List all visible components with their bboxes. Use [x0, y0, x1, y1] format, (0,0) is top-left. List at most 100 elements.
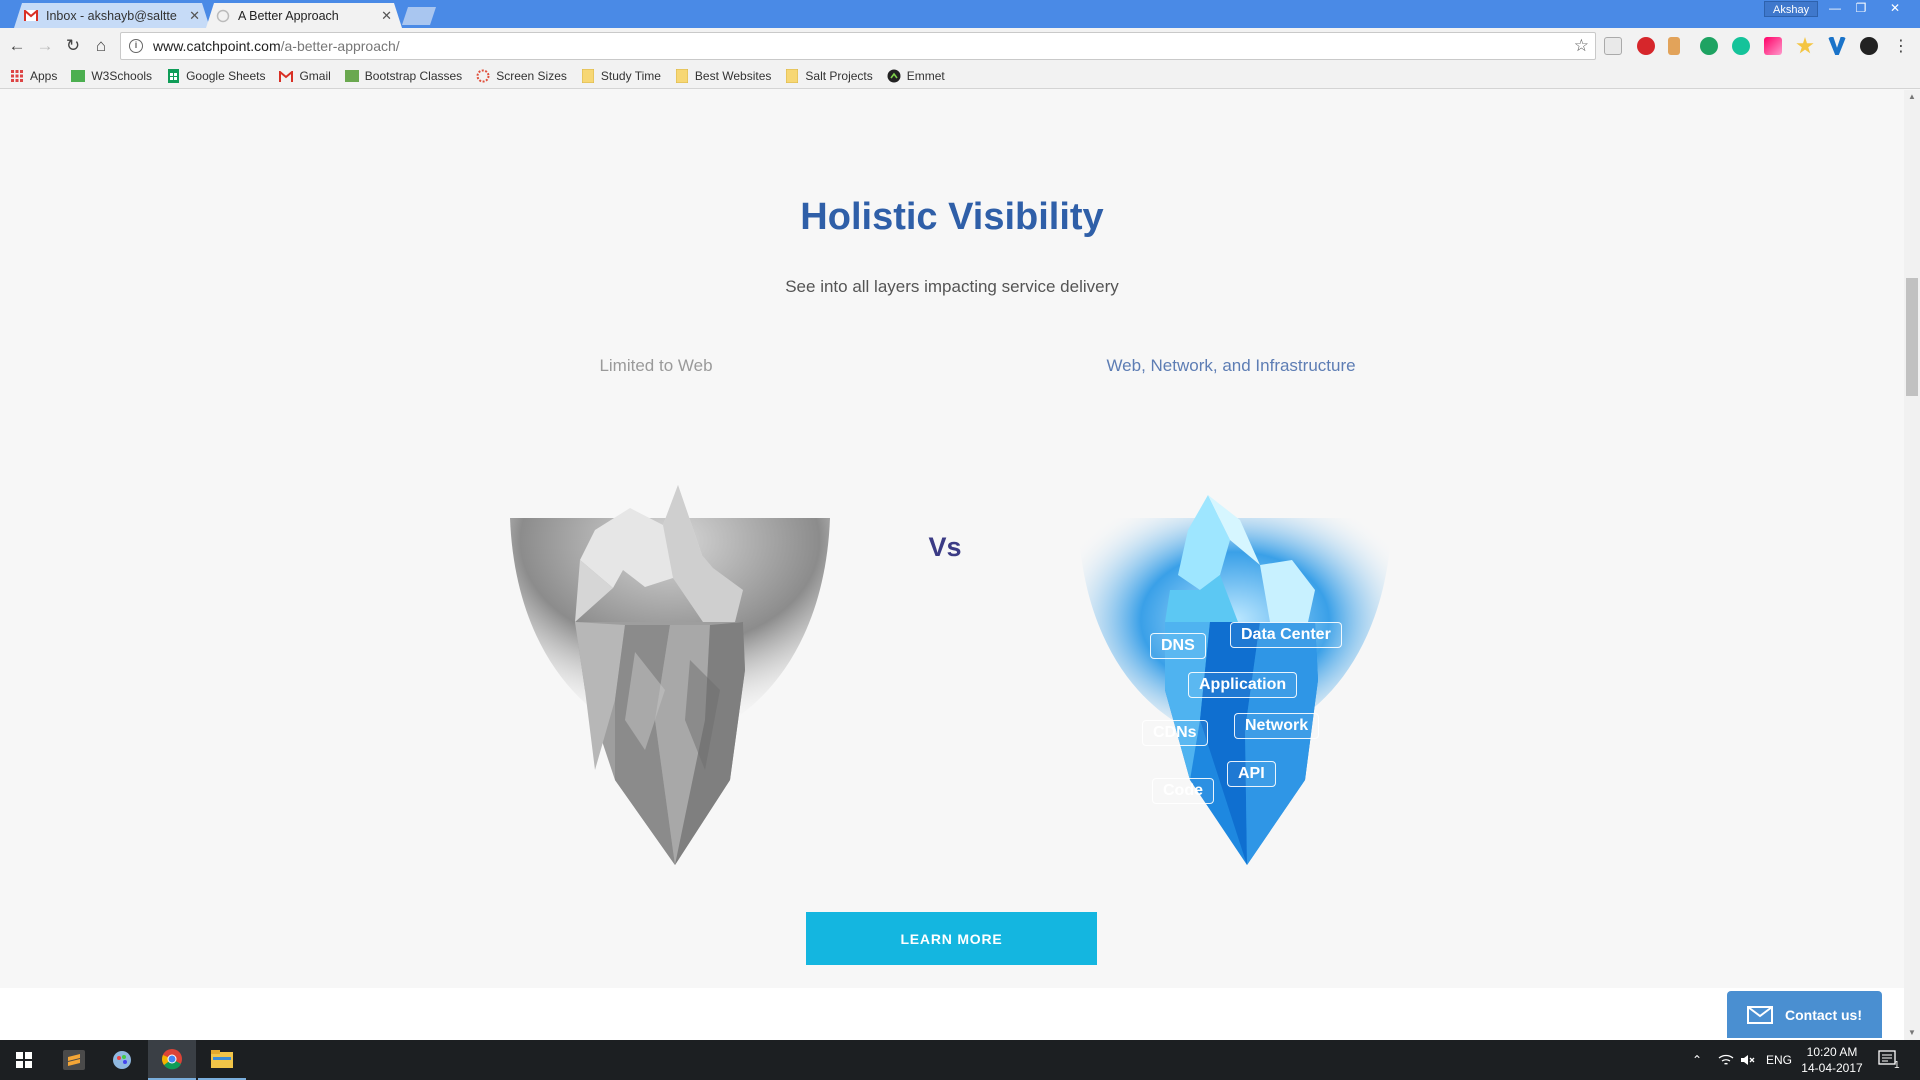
page-content: Holistic Visibility See into all layers … — [0, 90, 1904, 1040]
bookmarks-bar: Apps W3Schools Google Sheets Gmail Boots… — [0, 64, 1920, 89]
clock-time: 10:20 AM — [1806, 1045, 1858, 1059]
page-loading-icon — [216, 9, 230, 23]
profile-button[interactable]: Akshay — [1764, 1, 1819, 17]
close-tab-icon[interactable]: ✕ — [381, 8, 392, 24]
clock-date: 14-04-2017 — [1801, 1061, 1863, 1075]
bookmark-label: Screen Sizes — [496, 69, 567, 83]
tab-inbox[interactable]: Inbox - akshayb@saltte ✕ — [14, 3, 210, 28]
iceberg-tag-dns: DNS — [1150, 633, 1206, 659]
iceberg-tag-code: Code — [1152, 778, 1214, 804]
blue-iceberg-illustration: DNS Data Center Application CDNs Network… — [1070, 390, 1400, 890]
scrollbar-thumb[interactable] — [1906, 278, 1918, 396]
minimize-icon[interactable]: — — [1822, 0, 1848, 18]
extension-hammer-icon[interactable] — [1668, 37, 1680, 55]
back-icon[interactable]: ← — [6, 35, 28, 57]
contact-us-label: Contact us! — [1785, 1006, 1862, 1023]
extension-recycle-icon[interactable] — [1604, 37, 1622, 55]
bookmark-bootstrap-classes[interactable]: Bootstrap Classes — [344, 69, 463, 83]
iceberg-tag-network: Network — [1234, 713, 1320, 739]
volume-muted-icon[interactable] — [1740, 1040, 1756, 1080]
evernote-icon[interactable] — [1700, 37, 1718, 55]
bootstrap-icon — [344, 69, 359, 83]
address-bar[interactable]: i www.catchpoint.com/a-better-approach/ … — [120, 32, 1596, 60]
url-host: www.catchpoint.com — [153, 38, 281, 54]
new-tab-button[interactable] — [402, 7, 436, 25]
bookmark-apps[interactable]: Apps — [10, 69, 57, 83]
tray-chevron-icon[interactable]: ⌃ — [1692, 1040, 1702, 1080]
screen-sizes-icon — [476, 69, 490, 83]
envelope-icon — [1747, 1005, 1773, 1024]
iceberg-tag-data-center: Data Center — [1230, 622, 1342, 648]
file-explorer-icon[interactable] — [198, 1040, 246, 1080]
language-indicator[interactable]: ENG — [1766, 1040, 1792, 1080]
iceberg-tag-api: API — [1227, 761, 1276, 787]
bookmark-gmail[interactable]: Gmail — [279, 69, 331, 83]
paint-app-icon[interactable] — [98, 1040, 146, 1080]
folder-icon — [675, 69, 689, 83]
chrome-taskbar-icon[interactable] — [148, 1040, 196, 1080]
bookmark-label: Apps — [30, 69, 58, 83]
learn-more-button[interactable]: LEARN MORE — [806, 912, 1097, 965]
extension-color-icon[interactable] — [1764, 37, 1782, 55]
bookmark-label: Salt Projects — [805, 69, 873, 83]
bookmark-label: Best Websites — [694, 69, 772, 83]
windows-start-icon[interactable] — [0, 1040, 48, 1080]
tab-title: Inbox - akshayb@saltte — [46, 8, 177, 23]
bookmark-label: Bootstrap Classes — [364, 69, 463, 83]
left-iceberg-label: Limited to Web — [599, 356, 713, 375]
bookmark-best-websites[interactable]: Best Websites — [675, 69, 771, 83]
bookmark-label: Emmet — [906, 69, 945, 83]
bookmark-w3schools[interactable]: W3Schools — [71, 69, 152, 83]
page-title: Holistic Visibility — [800, 196, 1104, 238]
contact-us-button[interactable]: Contact us! — [1727, 991, 1882, 1038]
action-center-icon[interactable]: 1 — [1878, 1040, 1900, 1080]
extension-v-icon[interactable] — [1828, 37, 1846, 55]
close-window-icon[interactable]: ✕ — [1882, 0, 1908, 18]
adblock-icon[interactable] — [1637, 37, 1655, 55]
grey-iceberg-illustration — [505, 390, 835, 890]
w3schools-icon — [71, 69, 86, 83]
sublime-text-icon[interactable] — [50, 1040, 98, 1080]
reload-icon[interactable]: ↻ — [62, 35, 84, 57]
iceberg-tag-application: Application — [1188, 672, 1298, 698]
menu-kebab-icon[interactable]: ⋮ — [1890, 35, 1912, 57]
bookmark-star-icon[interactable]: ☆ — [1574, 36, 1589, 56]
extension-star-icon[interactable] — [1796, 37, 1814, 54]
tab-a-better-approach[interactable]: A Better Approach ✕ — [206, 3, 402, 28]
right-iceberg-label: Web, Network, and Infrastructure — [1106, 356, 1356, 375]
bookmark-label: Google Sheets — [186, 69, 266, 83]
tab-title: A Better Approach — [238, 8, 339, 23]
emmet-icon — [887, 69, 901, 83]
iceberg-tag-cdns: CDNs — [1142, 720, 1208, 746]
browser-toolbar: ← → ↻ ⌂ i www.catchpoint.com/a-better-ap… — [0, 28, 1920, 64]
page-scrollbar[interactable] — [1904, 90, 1920, 1040]
wifi-icon[interactable] — [1718, 1040, 1734, 1080]
info-icon[interactable]: i — [129, 39, 143, 53]
apps-grid-icon — [10, 69, 24, 83]
close-tab-icon[interactable]: ✕ — [189, 8, 200, 24]
windows-taskbar: ⌃ ENG 10:20 AM 14-04-2017 1 — [0, 1040, 1920, 1080]
page-subtitle: See into all layers impacting service de… — [785, 277, 1119, 296]
folder-icon — [581, 69, 595, 83]
scroll-down-icon[interactable]: ▼ — [1904, 1026, 1920, 1040]
bookmark-salt-projects[interactable]: Salt Projects — [785, 69, 873, 83]
bookmark-study-time[interactable]: Study Time — [581, 69, 661, 83]
forward-icon[interactable]: → — [34, 35, 56, 57]
scroll-up-icon[interactable]: ▲ — [1904, 90, 1920, 104]
browser-titlebar: Inbox - akshayb@saltte ✕ A Better Approa… — [0, 0, 1920, 28]
bookmark-google-sheets[interactable]: Google Sheets — [166, 69, 265, 83]
gmail-icon — [279, 69, 294, 83]
versus-label: Vs — [928, 532, 962, 562]
grammarly-icon[interactable] — [1732, 37, 1750, 55]
sheets-icon — [166, 69, 180, 83]
home-icon[interactable]: ⌂ — [90, 35, 112, 57]
notification-count-badge: 1 — [1894, 1059, 1900, 1071]
folder-icon — [785, 69, 799, 83]
next-section — [0, 988, 1904, 1040]
extension-dark-circle-icon[interactable] — [1860, 37, 1878, 55]
bookmark-label: Study Time — [600, 69, 661, 83]
restore-icon[interactable]: ❐ — [1848, 0, 1874, 18]
taskbar-clock[interactable]: 10:20 AM 14-04-2017 — [1796, 1044, 1868, 1076]
bookmark-screen-sizes[interactable]: Screen Sizes — [476, 69, 567, 83]
bookmark-emmet[interactable]: Emmet — [887, 69, 945, 83]
